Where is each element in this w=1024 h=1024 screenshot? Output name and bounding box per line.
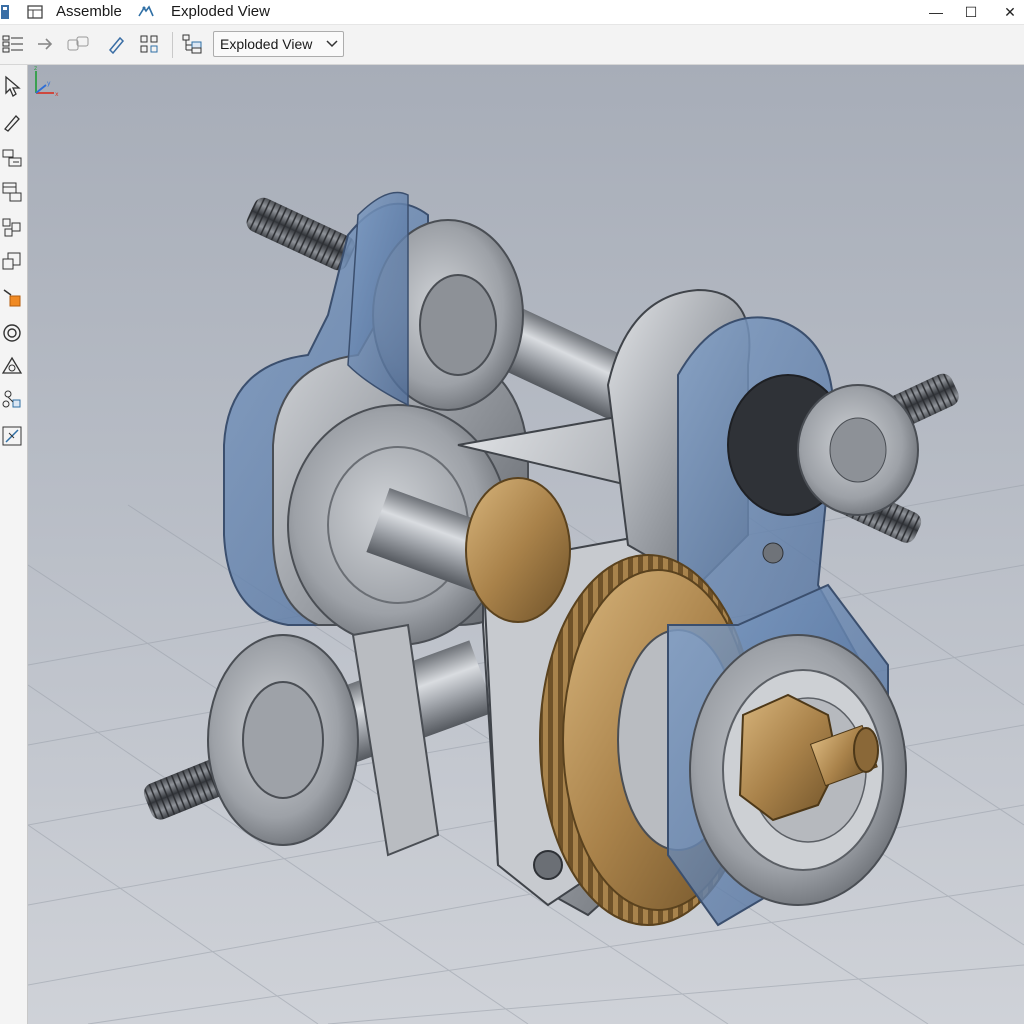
bronze-bushing <box>465 477 571 623</box>
copy-icon[interactable] <box>0 249 24 275</box>
view-mode-value: Exploded View <box>220 36 313 52</box>
assemble-menu[interactable]: Assemble <box>56 3 122 20</box>
left-tool-palette <box>0 65 28 1024</box>
orientation-triad: z y x <box>34 65 59 98</box>
app-icon <box>0 3 12 21</box>
component-table-icon[interactable] <box>0 179 24 205</box>
3d-viewport[interactable]: z y x <box>28 65 1024 1024</box>
pattern-icon[interactable] <box>0 215 24 241</box>
triangle-icon[interactable] <box>0 353 24 379</box>
assemble-icon[interactable] <box>26 3 44 21</box>
assembly-scene <box>28 191 1024 1024</box>
list-icon[interactable] <box>0 31 26 57</box>
y-axis <box>35 84 47 94</box>
y-axis-label: y <box>47 80 51 87</box>
exploded-view-menu[interactable]: Exploded View <box>171 3 270 20</box>
tree-icon[interactable] <box>180 31 206 57</box>
pencil-icon[interactable] <box>0 109 24 135</box>
x-axis-label: x <box>55 91 59 98</box>
toolbar-divider <box>172 32 173 58</box>
minimize-button[interactable]: — <box>918 0 954 24</box>
tree-icon[interactable] <box>0 387 24 413</box>
chevron-down-icon <box>321 40 343 48</box>
link-icon[interactable] <box>65 31 91 57</box>
exploded-view-icon[interactable] <box>137 3 155 21</box>
grid-icon[interactable] <box>137 31 163 57</box>
z-axis-label: z <box>34 65 37 72</box>
maximize-button[interactable]: ☐ <box>953 0 989 24</box>
ring-icon[interactable] <box>0 320 24 346</box>
explode-icon[interactable] <box>0 423 24 449</box>
close-button[interactable]: ✕ <box>992 0 1024 24</box>
constraint-icon[interactable] <box>0 285 24 311</box>
view-mode-select[interactable]: Exploded View <box>213 31 344 57</box>
arrow-right-icon[interactable] <box>32 31 58 57</box>
title-bar: Assemble Exploded View — ☐ ✕ <box>0 0 1024 25</box>
select-cursor-icon[interactable] <box>0 73 24 99</box>
bracket-hole-bottom <box>533 850 563 880</box>
pencil-icon[interactable] <box>103 31 129 57</box>
component-add-icon[interactable] <box>0 145 24 171</box>
